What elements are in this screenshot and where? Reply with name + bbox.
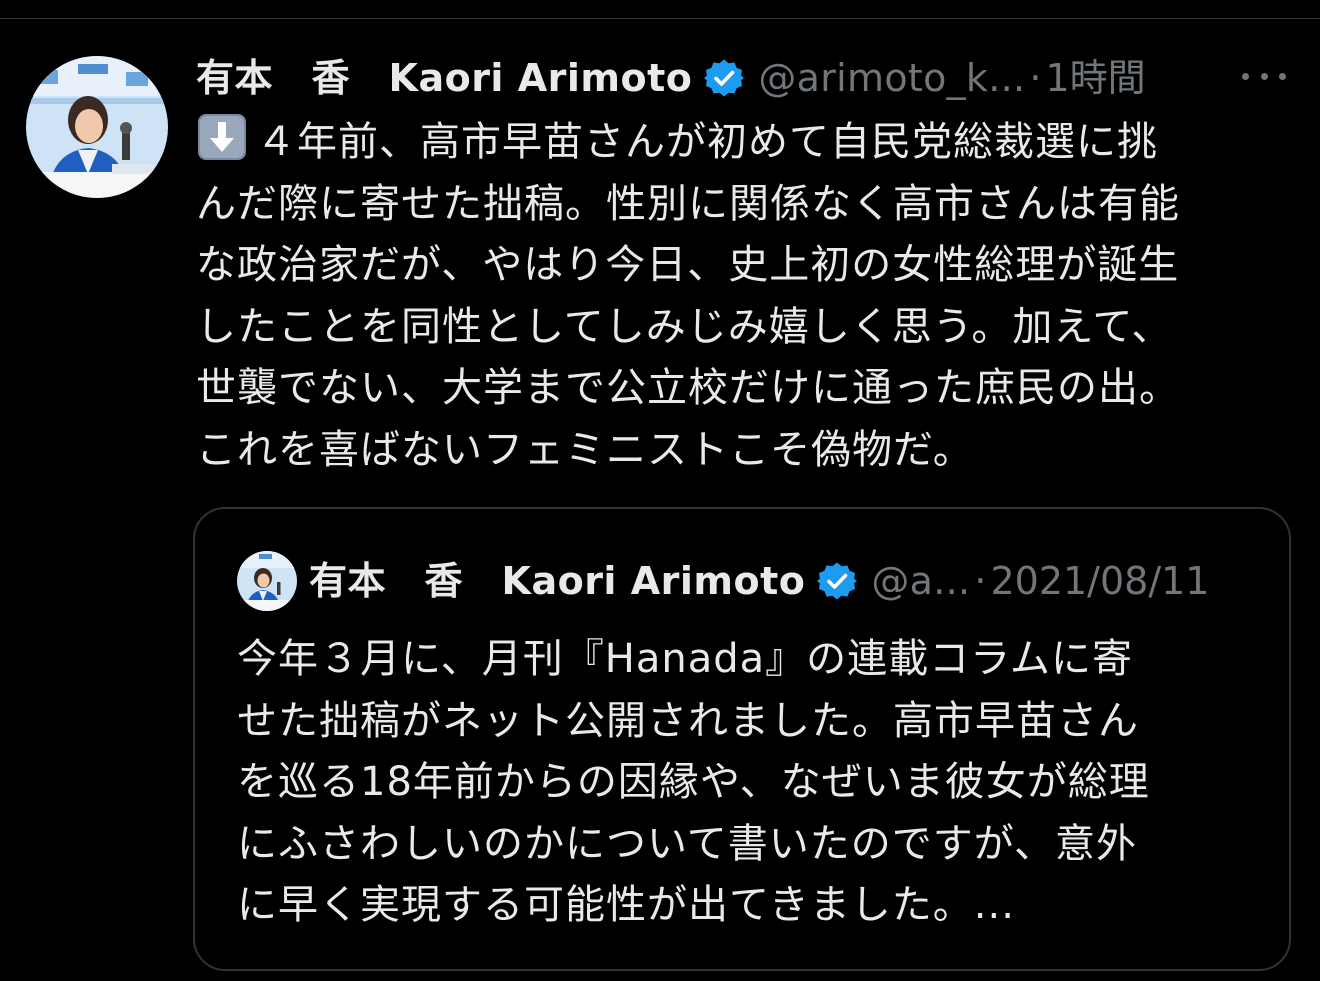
quoted-text-line-1: 今年３月に、月刊『Hanada』の連載コラムに寄: [237, 636, 1133, 682]
down-arrow-emoji-icon: [196, 113, 248, 161]
tweet-header: 有本 香 Kaori Arimoto @arimoto_k... · 1時間: [196, 52, 1296, 104]
tweet-text-line-2: んだ際に寄せた拙稿。性別に関係なく高市さんは有能: [196, 180, 1180, 227]
tweet-text-line-1: ４年前、高市早苗さんが初めて自民党総裁選に挑: [256, 119, 1158, 165]
tweet-text-line-6: これを喜ばないフェミニストこそ偽物だ。: [196, 426, 974, 473]
quoted-text-line-4: にふさわしいのかについて書いたのですが、意外: [237, 820, 1137, 867]
verified-badge-icon: [704, 58, 745, 98]
tweet-timestamp[interactable]: 1時間: [1045, 52, 1145, 104]
tweet-text: ４年前、高市早苗さんが初めて自民党総裁選に挑 んだ際に寄せた拙稿。性別に関係なく…: [196, 112, 1281, 481]
quoted-author-name[interactable]: 有本 香 Kaori Arimoto: [309, 555, 805, 607]
tweet-text-line-5: 世襲でない、大学まで公立校だけに通った庶民の出。: [196, 365, 1180, 411]
quoted-tweet-text: 今年３月に、月刊『Hanada』の連載コラムに寄 せた拙稿がネット公開されました…: [237, 629, 1247, 937]
quoted-tweet-card[interactable]: 有本 香 Kaori Arimoto @a... · 2021/08/11 今年…: [193, 507, 1291, 971]
quoted-text-line-3: を巡る18年前からの因縁や、なぜいま彼女が総理: [237, 759, 1150, 805]
author-avatar[interactable]: [26, 56, 168, 198]
author-name[interactable]: 有本 香 Kaori Arimoto: [196, 52, 692, 104]
tweet-text-line: ４年前、高市早苗さんが初めて自民党総裁選に挑: [196, 112, 1281, 174]
quoted-verified-badge-icon: [817, 561, 858, 601]
author-handle[interactable]: @arimoto_k...: [758, 52, 1025, 104]
tweet-text-line-4: したことを同性としてしみじみ嬉しく思う。加えて、: [196, 303, 1173, 350]
quoted-author-handle[interactable]: @a...: [871, 555, 970, 607]
tweet-text-line-3: な政治家だが、やはり今日、史上初の女性総理が誕生: [196, 242, 1180, 288]
quoted-tweet-date[interactable]: 2021/08/11: [990, 555, 1209, 607]
top-divider: [0, 18, 1320, 19]
quoted-text-line-2: せた拙稿がネット公開されました。高市早苗さん: [237, 697, 1139, 744]
quoted-text-line-5: に早く実現する可能性が出てきました。...: [237, 882, 1015, 928]
more-options-icon[interactable]: [1242, 64, 1286, 88]
header-separator: ·: [1029, 56, 1042, 100]
quoted-author-avatar[interactable]: [237, 551, 297, 611]
quoted-header-separator: ·: [974, 559, 987, 603]
quoted-tweet-header: 有本 香 Kaori Arimoto @a... · 2021/08/11: [309, 555, 1269, 607]
